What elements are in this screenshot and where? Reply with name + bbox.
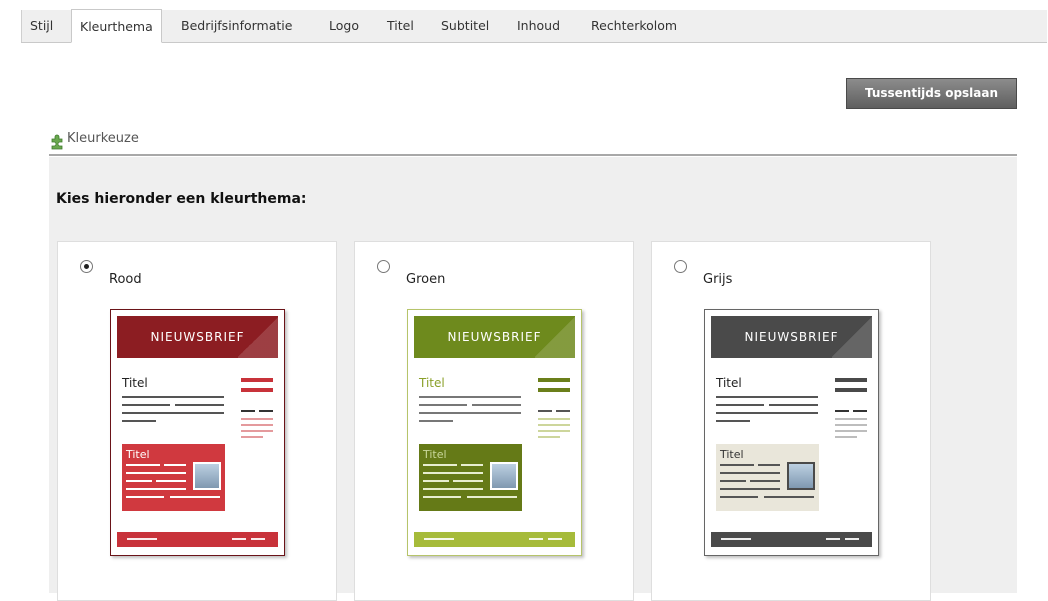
preview-box: Titel (419, 444, 522, 511)
preview-footer (414, 532, 575, 547)
theme-card-grijs[interactable]: Grijs NIEUWSBRIEF Titel Titel (651, 241, 931, 601)
preview-title: Titel (716, 376, 742, 390)
preview-footer (711, 532, 872, 547)
theme-panel: Kies hieronder een kleurthema: Rood NIEU… (49, 157, 1017, 601)
preview-box-title: Titel (720, 448, 744, 461)
tab-kleurthema[interactable]: Kleurthema (71, 9, 162, 43)
theme-card-groen[interactable]: Groen NIEUWSBRIEF Titel Titel (354, 241, 634, 601)
preview-box: Titel (122, 444, 225, 511)
section-title: Kleurkeuze (67, 131, 139, 146)
radio-grijs[interactable] (674, 260, 687, 273)
image-icon (193, 462, 221, 490)
tab-titel[interactable]: Titel (379, 10, 422, 42)
tab-subtitel[interactable]: Subtitel (433, 10, 497, 42)
preview-box-title: Titel (423, 448, 447, 461)
preview-title: Titel (122, 376, 148, 390)
prompt-heading: Kies hieronder een kleurthema: (56, 191, 307, 207)
radio-groen[interactable] (377, 260, 390, 273)
radio-rood[interactable] (80, 260, 93, 273)
section-header: Kleurkeuze (49, 128, 1017, 156)
tab-stijl[interactable]: Stijl (21, 10, 61, 42)
preview-rood: NIEUWSBRIEF Titel Titel (110, 309, 285, 556)
image-icon (787, 462, 815, 490)
tab-bar: Stijl Kleurthema Bedrijfsinformatie Logo… (21, 9, 1047, 43)
preview-masthead: NIEUWSBRIEF (414, 316, 575, 358)
theme-label-rood: Rood (109, 272, 142, 287)
preview-masthead: NIEUWSBRIEF (711, 316, 872, 358)
preview-title: Titel (419, 376, 445, 390)
theme-card-rood[interactable]: Rood NIEUWSBRIEF Titel Titel (57, 241, 337, 601)
theme-label-grijs: Grijs (703, 272, 733, 287)
preview-grijs: NIEUWSBRIEF Titel Titel (704, 309, 879, 556)
preview-footer (117, 532, 278, 547)
puzzle-icon (49, 134, 67, 150)
preview-groen: NIEUWSBRIEF Titel Titel (407, 309, 582, 556)
theme-label-groen: Groen (406, 272, 446, 287)
tab-logo[interactable]: Logo (321, 10, 367, 42)
save-interim-button[interactable]: Tussentijds opslaan (846, 78, 1017, 109)
tab-rechterkolom[interactable]: Rechterkolom (583, 10, 685, 42)
image-icon (490, 462, 518, 490)
preview-box: Titel (716, 444, 819, 511)
preview-masthead: NIEUWSBRIEF (117, 316, 278, 358)
tab-bedrijfsinformatie[interactable]: Bedrijfsinformatie (173, 10, 300, 42)
tab-inhoud[interactable]: Inhoud (509, 10, 568, 42)
preview-box-title: Titel (126, 448, 150, 461)
